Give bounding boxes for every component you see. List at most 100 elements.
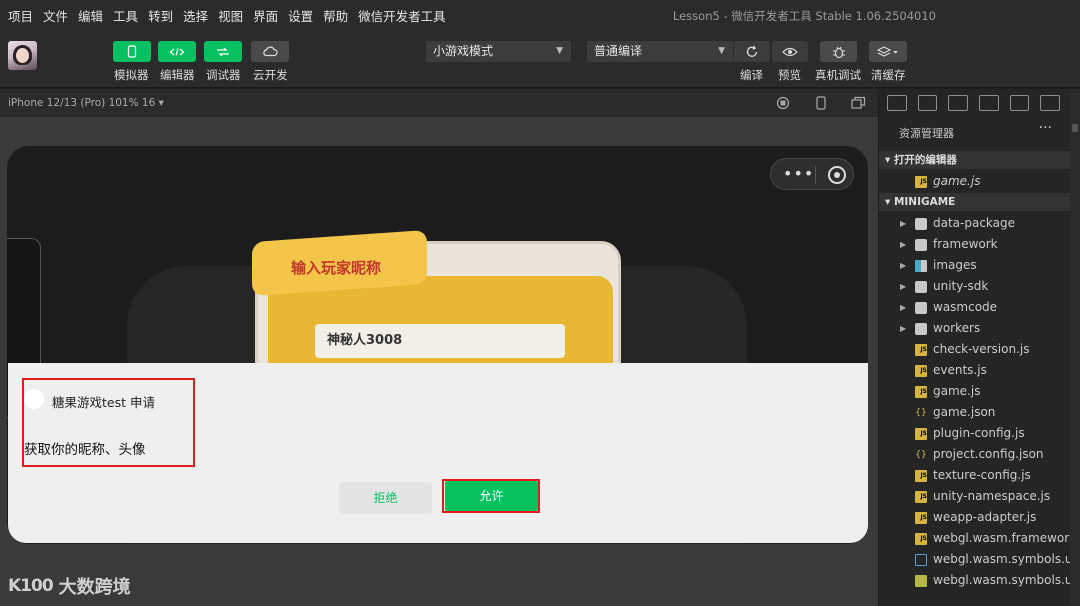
stop-icon[interactable]	[776, 96, 790, 110]
folder-item[interactable]: ▶ framework	[879, 234, 1071, 255]
docker-icon[interactable]	[1040, 95, 1061, 111]
explorer-title: 资源管理器	[899, 127, 954, 140]
card-title: 输入玩家昵称	[291, 259, 382, 277]
file-name: images	[933, 258, 977, 272]
debugger-toggle-button[interactable]	[204, 41, 242, 62]
file-item[interactable]: JS texture-config.js	[879, 465, 1071, 486]
nickname-input[interactable]: 神秘人3008	[315, 324, 565, 358]
window-title: Lesson5 - 微信开发者工具 Stable 1.06.2504010	[672, 9, 936, 23]
file-item[interactable]: JS plugin-config.js	[879, 423, 1071, 444]
js-file-icon: JS	[915, 470, 927, 482]
source-control-icon[interactable]	[948, 95, 969, 111]
compile-mode-select[interactable]: 普通编译 ▼	[587, 41, 733, 62]
file-item[interactable]: JS weapp-adapter.js	[879, 507, 1071, 528]
cloud-dev-button[interactable]	[251, 41, 289, 62]
scrollbar[interactable]	[1070, 89, 1080, 606]
chevron-right-icon[interactable]: ▶	[900, 234, 906, 255]
chevron-right-icon[interactable]: ▶	[900, 297, 906, 318]
files-icon[interactable]	[887, 95, 907, 111]
devtools-window: { "menu": ["项目","文件","编辑","工具","转到","选择"…	[0, 0, 1080, 606]
file-item[interactable]: {} project.config.json	[879, 444, 1071, 465]
chevron-right-icon[interactable]: ▶	[900, 276, 906, 297]
folder-item[interactable]: ▶ wasmcode	[879, 297, 1071, 318]
menu-capsule[interactable]: •••	[770, 158, 854, 190]
project-label: MINIGAME	[893, 196, 956, 208]
storage-icon[interactable]	[1009, 95, 1030, 111]
file-item[interactable]: JS game.js	[879, 381, 1071, 402]
file-item[interactable]: JS webgl.wasm.framework...	[879, 528, 1071, 549]
detach-window-icon[interactable]	[851, 96, 866, 110]
preview-button[interactable]	[772, 41, 808, 62]
avatar[interactable]	[8, 41, 37, 70]
toolbar: 模拟器 编辑器 调试器 云开发 小游戏模式 ▼ 普通编译 ▼ 编译 预览 真机调…	[0, 30, 1080, 88]
layers-icon	[877, 45, 898, 57]
real-device-debug-button[interactable]	[820, 41, 857, 62]
js-file-icon: JS	[915, 533, 927, 545]
close-circle-icon[interactable]	[828, 166, 846, 184]
reject-button[interactable]: 拒绝	[339, 482, 432, 514]
editor-label: 编辑器	[160, 68, 195, 82]
folder-icon	[915, 281, 927, 293]
file-item[interactable]: webgl.wasm.symbols.u...	[879, 570, 1071, 591]
scrollbar-thumb[interactable]	[1072, 124, 1078, 132]
device-select[interactable]: iPhone 12/13 (Pro) 101% 16 ▾	[8, 97, 164, 109]
file-item[interactable]: webgl.wasm.symbols.u...	[879, 549, 1071, 570]
allow-button[interactable]: 允许	[445, 481, 538, 511]
real-device-debug-label: 真机调试	[815, 68, 861, 82]
file-name: wasmcode	[933, 300, 998, 314]
chevron-right-icon[interactable]: ▶	[900, 255, 906, 276]
open-editors-section[interactable]: ▾ 打开的编辑器	[879, 151, 1071, 169]
cloud-dev-label: 云开发	[253, 68, 288, 82]
symbols-file-icon	[915, 554, 927, 566]
compile-button[interactable]	[734, 41, 770, 62]
file-item[interactable]: JS check-version.js	[879, 339, 1071, 360]
file-name: webgl.wasm.framework...	[933, 531, 1071, 545]
more-dots-icon[interactable]: •••	[783, 166, 814, 182]
watermark: K100 大数跨境	[8, 573, 131, 599]
compile-label: 编译	[740, 68, 763, 82]
file-item[interactable]: JS events.js	[879, 360, 1071, 381]
js-file-icon: JS	[915, 491, 927, 503]
file-name: unity-namespace.js	[933, 489, 1051, 503]
file-name: webgl.wasm.symbols.u...	[933, 573, 1071, 587]
chevron-down-icon: ▼	[718, 46, 725, 56]
folder-item[interactable]: ▶ images	[879, 255, 1071, 276]
js-file-icon: JS	[915, 176, 927, 188]
file-name: workers	[933, 321, 981, 335]
capsule-divider	[815, 166, 816, 184]
simulator-toggle-button[interactable]	[113, 41, 151, 62]
more-actions-icon[interactable]: ···	[1039, 120, 1052, 136]
eye-icon	[782, 47, 798, 56]
open-editor-item[interactable]: JS game.js	[879, 171, 1071, 192]
debugger-label: 调试器	[206, 68, 241, 82]
simulator-viewport: ••• 输入玩家昵称 神秘人3008 糖果游戏test 申请 获取你的昵称、头像…	[0, 117, 878, 606]
json-file-icon: {}	[915, 450, 927, 460]
watermark-logo-icon: K100	[8, 576, 54, 596]
folder-item[interactable]: ▶ workers	[879, 318, 1071, 339]
watermark-text: 大数跨境	[58, 577, 131, 598]
clear-cache-button[interactable]	[869, 41, 907, 62]
file-name: check-version.js	[933, 342, 1030, 356]
phone-icon	[127, 45, 137, 58]
binary-file-icon	[915, 575, 927, 587]
compile-mode-value: 普通编译	[594, 44, 643, 58]
file-name: game.json	[933, 405, 996, 419]
chevron-right-icon[interactable]: ▶	[900, 213, 906, 234]
debug-icon	[217, 47, 229, 56]
folder-item[interactable]: ▶ unity-sdk	[879, 276, 1071, 297]
editor-toggle-button[interactable]	[158, 41, 196, 62]
file-name: unity-sdk	[933, 279, 989, 293]
mode-select[interactable]: 小游戏模式 ▼	[426, 41, 571, 62]
js-file-icon: JS	[915, 428, 927, 440]
extensions-icon[interactable]	[979, 95, 999, 111]
project-section[interactable]: ▾ MINIGAME	[879, 193, 1071, 211]
file-item[interactable]: JS unity-namespace.js	[879, 486, 1071, 507]
file-item[interactable]: {} game.json	[879, 402, 1071, 423]
chevron-right-icon[interactable]: ▶	[900, 318, 906, 339]
file-name: plugin-config.js	[933, 426, 1025, 440]
open-file-name: game.js	[933, 174, 981, 188]
phone-icon[interactable]	[815, 96, 827, 110]
search-icon[interactable]	[917, 95, 938, 111]
folder-item[interactable]: ▶ data-package	[879, 213, 1071, 234]
mode-select-value: 小游戏模式	[433, 44, 494, 58]
